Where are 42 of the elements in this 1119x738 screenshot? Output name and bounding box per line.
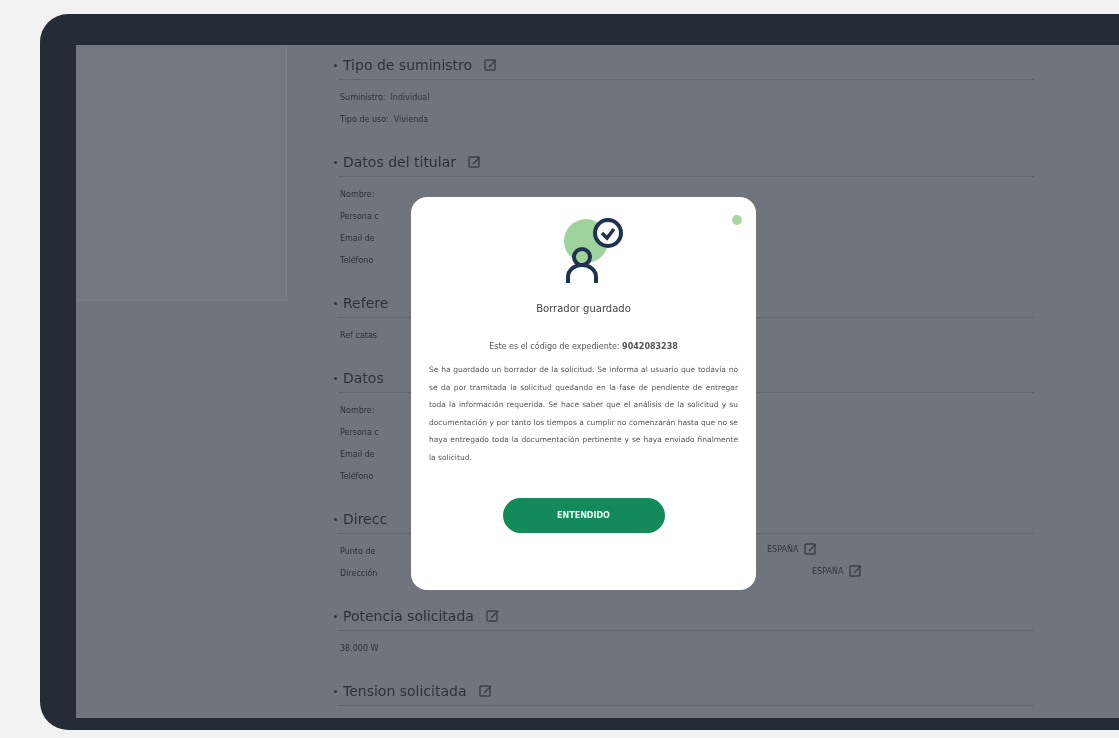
field-label: Persona c	[340, 211, 379, 221]
section-title: Refere	[343, 295, 389, 311]
edit-icon[interactable]	[849, 564, 864, 578]
ok-button[interactable]: ENTENDIDO	[502, 498, 665, 533]
bullet-icon	[334, 376, 337, 380]
edit-icon[interactable]	[485, 609, 500, 623]
field-label: Email de	[340, 449, 375, 459]
bullet-icon	[334, 63, 337, 67]
field-value: Individual	[390, 92, 430, 102]
field-label: Nombre:	[340, 189, 375, 199]
section-title: Tipo de suministro	[343, 57, 473, 73]
field-label: Nombre:	[340, 405, 375, 415]
field-value: Vivienda	[393, 114, 429, 124]
field-label: Persona c	[340, 427, 379, 437]
field-label: Email de	[340, 233, 375, 243]
field-label: Dirección	[340, 568, 378, 578]
field-label: Suministro:	[340, 92, 386, 102]
bullet-icon	[334, 689, 337, 693]
field-label: 38.000 W	[340, 643, 379, 653]
bullet-icon	[334, 301, 337, 305]
field-label: Ref catas	[340, 330, 377, 340]
field-label: Teléfono	[340, 471, 374, 481]
bullet-icon	[334, 517, 337, 521]
section-title: Datos del titular	[343, 154, 456, 170]
field-label: Tipo de uso:	[340, 114, 389, 124]
edit-icon[interactable]	[804, 542, 819, 556]
bullet-icon	[334, 614, 337, 618]
field-value: ESPAÑA	[767, 544, 799, 554]
code-line: Este es el código de expediente: 9042083238	[489, 342, 678, 351]
edit-icon[interactable]	[478, 684, 493, 698]
section-title: Direcc	[343, 511, 388, 527]
close-button[interactable]	[732, 215, 742, 225]
field-label: Teléfono	[340, 255, 374, 265]
section-title: Tension solicitada	[343, 683, 467, 699]
section-title: Datos	[343, 370, 384, 386]
edit-icon[interactable]	[467, 155, 482, 169]
field-label: Punto de	[340, 546, 376, 556]
dialog-title: Borrador guardado	[536, 303, 631, 314]
section-title: Potencia solicitada	[343, 608, 474, 624]
bullet-icon	[334, 160, 337, 164]
field-value: ESPAÑA	[812, 566, 844, 576]
edit-icon[interactable]	[484, 58, 499, 72]
